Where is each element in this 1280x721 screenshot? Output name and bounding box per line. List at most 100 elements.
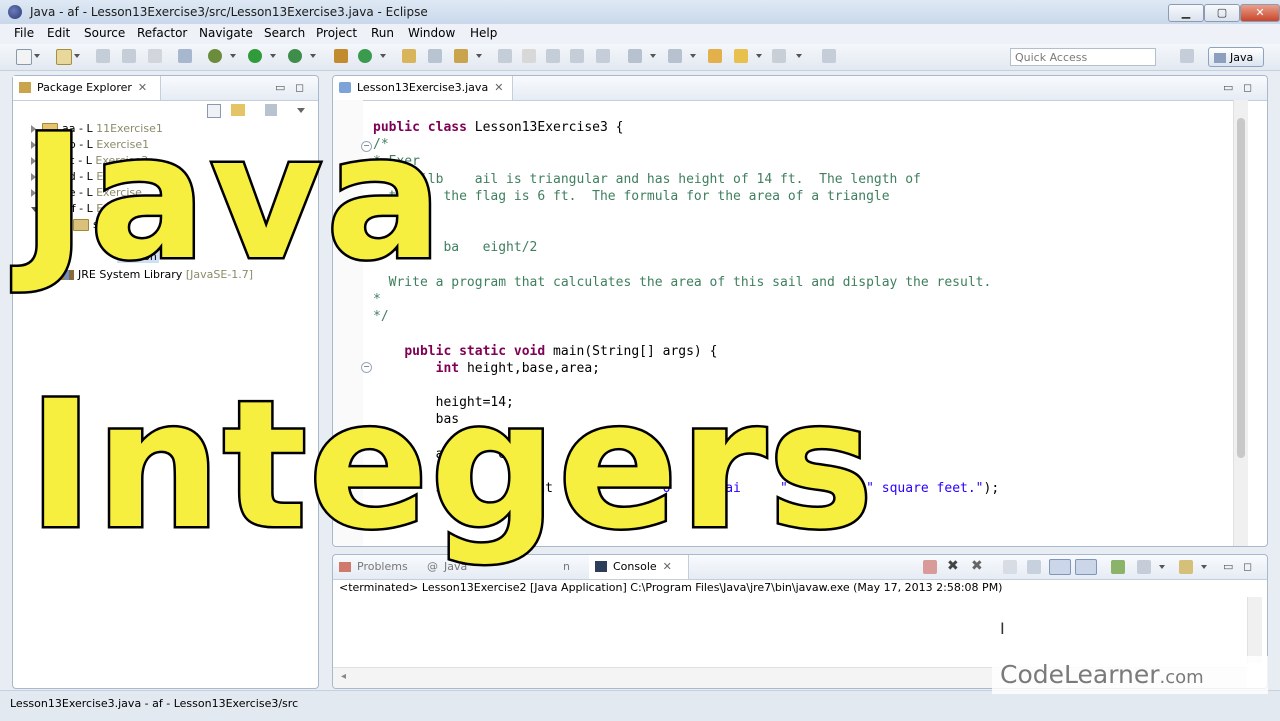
new-class-icon[interactable] (358, 49, 372, 63)
window-title: Java - af - Lesson13Exercise3/src/Lesson… (30, 5, 428, 19)
dropdown-arrow-icon[interactable] (796, 54, 802, 58)
code-line[interactable]: A sailb ail is triangular and has height… (373, 171, 921, 188)
annotation-icon[interactable] (596, 49, 610, 63)
pin-editor-icon[interactable] (822, 49, 836, 63)
minimize-icon[interactable]: ▭ (1223, 560, 1233, 573)
save-icon[interactable] (96, 49, 110, 63)
open-perspective-icon[interactable] (1180, 49, 1194, 63)
java-perspective-button[interactable]: Java (1208, 47, 1264, 67)
print-icon[interactable] (148, 49, 162, 63)
minimize-button[interactable]: ▁ (1168, 4, 1204, 22)
text-cursor-icon: I (1000, 619, 1005, 638)
tab-label: Package Explorer (37, 81, 132, 94)
menu-search[interactable]: Search (264, 26, 305, 40)
java-perspective-label: Java (1230, 51, 1254, 64)
display-console-icon[interactable] (1137, 560, 1151, 574)
editor-scrollbar[interactable] (1233, 100, 1248, 546)
menu-run[interactable]: Run (371, 26, 394, 40)
scroll-lock-icon[interactable] (1027, 560, 1041, 574)
dropdown-arrow-icon[interactable] (34, 54, 40, 58)
code-token: void (513, 343, 554, 359)
status-text: Lesson13Exercise3.java - af - Lesson13Ex… (10, 697, 299, 710)
scrollbar-thumb[interactable] (1237, 118, 1245, 458)
show-stdout-icon[interactable] (1049, 559, 1071, 575)
remove-all-icon[interactable]: ✖ (971, 558, 983, 574)
open-icon[interactable] (56, 49, 72, 65)
run-icon[interactable] (248, 49, 262, 63)
run-external-icon[interactable] (288, 49, 302, 63)
dropdown-arrow-icon[interactable] (1201, 565, 1207, 569)
close-icon[interactable]: ✕ (138, 81, 147, 94)
code-token: ); (983, 481, 1000, 497)
toolbar: Quick Access Java (0, 44, 1280, 71)
debug-icon[interactable] (208, 49, 222, 63)
last-edit-icon[interactable] (708, 49, 722, 63)
dropdown-arrow-icon[interactable] (230, 54, 236, 58)
maximize-button[interactable]: ▢ (1204, 4, 1240, 22)
menu-help[interactable]: Help (470, 26, 497, 40)
code-line[interactable]: */ (373, 308, 389, 325)
save-all-icon[interactable] (122, 49, 136, 63)
edit-icon[interactable] (454, 49, 468, 63)
maximize-icon[interactable]: ◻ (295, 81, 304, 94)
codelearner-watermark: CodeLearner.com (992, 656, 1268, 694)
maximize-icon[interactable]: ◻ (1243, 81, 1252, 94)
open-folder-icon[interactable] (402, 49, 416, 63)
clear-console-icon[interactable] (1003, 560, 1017, 574)
open-console-icon[interactable] (1179, 560, 1193, 574)
code-token: main(String[] args) { (553, 343, 718, 359)
menu-window[interactable]: Window (408, 26, 455, 40)
close-button[interactable]: ✕ (1240, 4, 1280, 22)
menu-edit[interactable]: Edit (47, 26, 70, 40)
menu-source[interactable]: Source (84, 26, 125, 40)
code-line[interactable]: Write a program that calculates the area… (373, 274, 992, 291)
new-icon[interactable] (16, 49, 32, 65)
show-whitespace-icon[interactable] (570, 49, 584, 63)
quick-access-field[interactable]: Quick Access (1010, 48, 1156, 66)
open-type-icon[interactable] (178, 49, 192, 63)
menu-navigate[interactable]: Navigate (199, 26, 253, 40)
code-token: " square feet." (866, 481, 984, 497)
remove-launch-icon[interactable]: ✖ (947, 558, 959, 574)
scroll-left-icon[interactable]: ◂ (341, 671, 346, 682)
code-token: t the flag is 6 ft. The formula for the … (373, 188, 890, 204)
dropdown-arrow-icon[interactable] (756, 54, 762, 58)
menu-refactor[interactable]: Refactor (137, 26, 187, 40)
new-java-project-icon[interactable] (334, 49, 348, 63)
code-line[interactable]: public static void main(String[] args) { (373, 343, 717, 360)
code-token: static (459, 343, 514, 359)
next-annotation-icon[interactable] (628, 49, 642, 63)
dropdown-arrow-icon[interactable] (74, 54, 80, 58)
code-token: Lesson13Exercise3 { (474, 120, 624, 135)
pin-console-icon[interactable] (1111, 560, 1125, 574)
dropdown-arrow-icon[interactable] (380, 54, 386, 58)
terminate-icon[interactable] (923, 560, 937, 574)
dropdown-arrow-icon[interactable] (476, 54, 482, 58)
menu-project[interactable]: Project (316, 26, 357, 40)
code-token: Write a program that calculates the area… (373, 274, 992, 290)
pen-icon[interactable] (522, 49, 536, 63)
console-scrollbar[interactable] (1247, 597, 1262, 663)
toggle-mark-icon[interactable] (498, 49, 512, 63)
show-stderr-icon[interactable] (1075, 559, 1097, 575)
search-icon[interactable] (428, 49, 442, 63)
dropdown-arrow-icon[interactable] (1159, 565, 1165, 569)
back-icon[interactable] (734, 49, 748, 63)
dropdown-arrow-icon[interactable] (690, 54, 696, 58)
prev-annotation-icon[interactable] (668, 49, 682, 63)
dropdown-arrow-icon[interactable] (270, 54, 276, 58)
forward-icon[interactable] (772, 49, 786, 63)
code-token: A sailb ail is triangular and has height… (373, 171, 921, 187)
java-perspective-icon (1214, 53, 1226, 63)
minimize-icon[interactable]: ▭ (275, 81, 285, 94)
title-bar: Java - af - Lesson13Exercise3/src/Lesson… (0, 0, 1280, 24)
maximize-icon[interactable]: ◻ (1243, 560, 1252, 573)
menu-file[interactable]: File (14, 26, 34, 40)
code-token: public (404, 343, 460, 359)
code-line[interactable]: t the flag is 6 ft. The formula for the … (373, 188, 890, 205)
dropdown-arrow-icon[interactable] (310, 54, 316, 58)
block-select-icon[interactable] (546, 49, 560, 63)
status-bar: Lesson13Exercise3.java - af - Lesson13Ex… (0, 690, 1280, 721)
dropdown-arrow-icon[interactable] (650, 54, 656, 58)
